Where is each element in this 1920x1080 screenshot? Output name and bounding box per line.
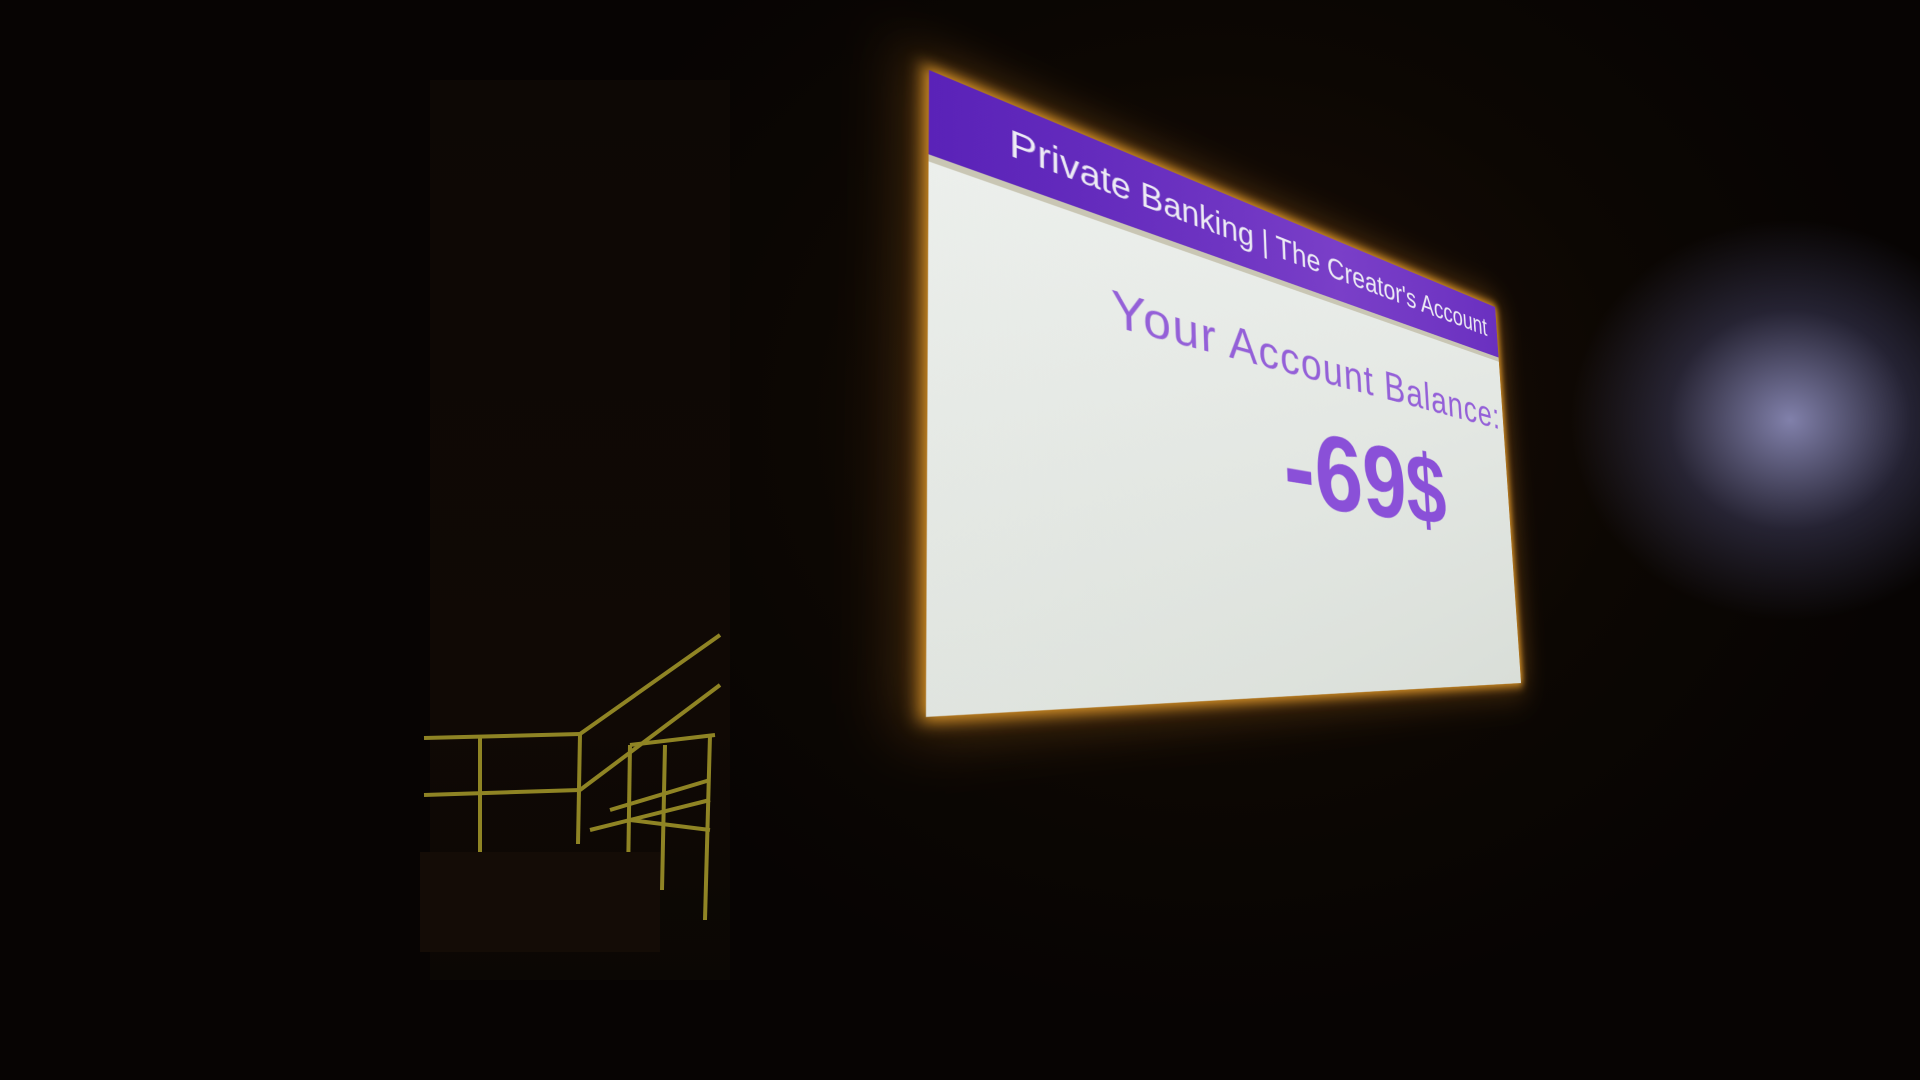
floor <box>420 852 660 952</box>
rail <box>578 633 722 736</box>
rail <box>629 733 716 747</box>
rail <box>423 788 581 797</box>
step <box>589 798 711 832</box>
rail-post <box>660 744 667 891</box>
rail-post <box>703 734 712 921</box>
rail <box>629 818 711 832</box>
stair-railing <box>420 633 722 952</box>
balance-value: -69$ <box>1280 401 1450 547</box>
rail <box>423 732 581 740</box>
